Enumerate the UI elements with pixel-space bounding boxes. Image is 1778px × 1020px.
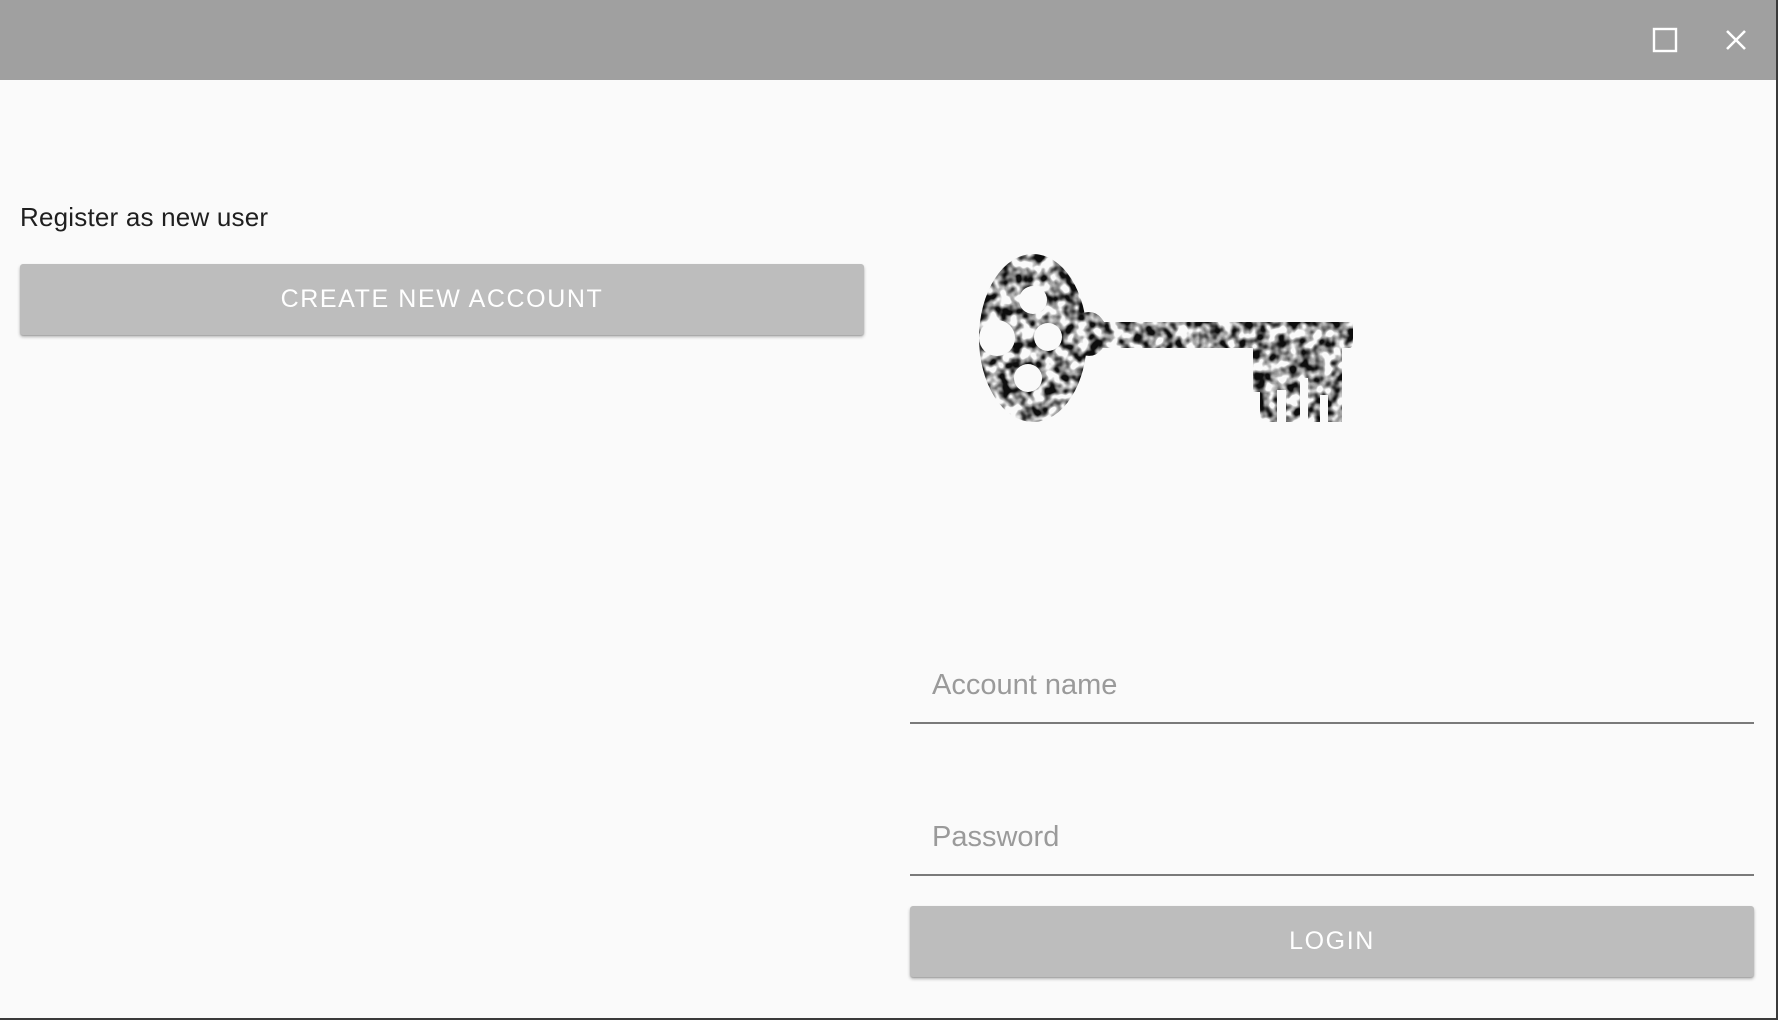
password-field[interactable] bbox=[910, 804, 1754, 876]
account-name-field[interactable] bbox=[910, 652, 1754, 724]
maximize-icon bbox=[1652, 27, 1678, 53]
create-account-button[interactable]: CREATE NEW ACCOUNT bbox=[20, 264, 864, 335]
login-button[interactable]: LOGIN bbox=[910, 906, 1754, 977]
title-bar[interactable] bbox=[0, 0, 1776, 80]
account-name-input[interactable] bbox=[910, 652, 1752, 718]
close-button[interactable] bbox=[1716, 20, 1756, 60]
skeleton-key-icon bbox=[979, 254, 1353, 425]
password-input[interactable] bbox=[910, 804, 1752, 870]
register-label: Register as new user bbox=[20, 202, 269, 232]
close-icon bbox=[1726, 30, 1746, 50]
app-window: Register as new user CREATE NEW ACCOUNT bbox=[0, 0, 1778, 1020]
maximize-button[interactable] bbox=[1645, 20, 1685, 60]
